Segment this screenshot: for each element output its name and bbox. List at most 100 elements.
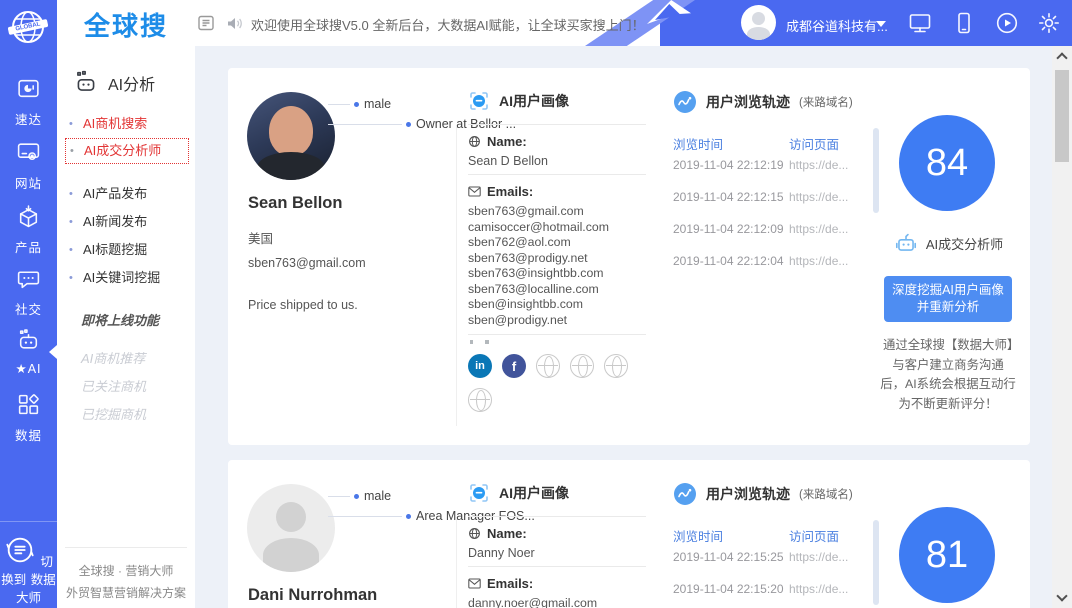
menu-item[interactable]: AI商机搜索 [67, 112, 189, 136]
company-dropdown[interactable]: 成都谷道科技有... [786, 16, 888, 35]
sidebar-item-suda[interactable]: 速达 [0, 76, 57, 128]
email-list: danny.noer@gmail.com [468, 596, 597, 608]
score-tip: 通过全球搜【数据大师】与客户建立商务沟通后，AI系统会根据互动行为不断更新评分！ [880, 336, 1016, 414]
social-icon[interactable] [604, 354, 628, 378]
social-icon[interactable] [570, 354, 594, 378]
globe-icon [468, 135, 481, 148]
lead-name: Sean Bellon [248, 194, 342, 213]
social-icon[interactable] [536, 354, 560, 378]
analyst-robot-icon [893, 230, 919, 256]
ai-score-badge: 84 [899, 115, 995, 211]
switch-icon [4, 534, 36, 566]
track-column-headers: 浏览时间 访问页面 [673, 526, 873, 545]
col-time: 浏览时间 [673, 138, 723, 152]
profile-photo-placeholder [247, 484, 335, 572]
social-icon[interactable] [468, 354, 492, 378]
email-item: danny.noer@gmail.com [468, 596, 597, 608]
app-title: 全球搜 [57, 6, 195, 43]
divider [468, 124, 646, 125]
chevron-down-icon [876, 21, 886, 27]
top-header: 欢迎使用全球搜V5.0 全新后台，大数据AI赋能，让全球买家搜上门！ 成都谷道科… [195, 0, 1072, 46]
email-item: sben763@gmail.com [468, 204, 609, 220]
track-row: 2019-11-04 22:15:25 https://de... [673, 550, 883, 582]
switch-to-data-master[interactable]: 切换到 数据大师 [0, 521, 57, 607]
main-content: male Owner at Bellor ... Sean Bellon 美国 … [195, 46, 1052, 608]
email-item: sben763@insightbb.com [468, 266, 609, 282]
lead-email: sben763@gmail.com [248, 256, 366, 270]
visit-time: 2019-11-04 22:15:25 [673, 550, 784, 564]
footer-brand: 全球搜 · 营销大师 [65, 560, 187, 582]
upcoming-item: 已关注商机 [81, 373, 191, 401]
visit-time: 2019-11-04 22:15:20 [673, 582, 784, 596]
divider [468, 174, 646, 175]
visit-page-link[interactable]: https://de... [789, 158, 848, 172]
speaker-icon [226, 15, 243, 37]
envelope-icon [468, 185, 481, 198]
route-icon [673, 482, 697, 506]
visit-page-link[interactable]: https://de... [789, 254, 848, 268]
track-row: 2019-11-04 22:12:04 https://de... [673, 254, 883, 286]
email-item: sben763@prodigy.net [468, 251, 609, 267]
face-scan-icon [468, 90, 490, 112]
upcoming-title: 即将上线功能 [81, 310, 191, 329]
global-logo[interactable]: GLOBAL [8, 7, 48, 47]
user-avatar[interactable] [741, 5, 776, 40]
track-row: 2019-11-04 22:12:09 https://de... [673, 222, 883, 254]
scroll-up-arrow[interactable] [1056, 52, 1067, 63]
menu-item[interactable]: AI产品发布 [67, 182, 189, 206]
ai-section-header: AI分析 [73, 70, 155, 96]
upcoming-item: 已挖掘商机 [81, 401, 191, 429]
sidebar-item-chanpin[interactable]: 产品 [0, 204, 57, 256]
sidebar-item-wangzhan[interactable]: 网站 [0, 140, 57, 192]
sidebar-item-shuju[interactable]: 数据 [0, 392, 57, 444]
portrait-header: AI用户画像 [468, 482, 569, 504]
divider [468, 566, 646, 567]
visit-page-link[interactable]: https://de... [789, 582, 848, 596]
envelope-icon [468, 577, 481, 590]
emails-label: Emails: [468, 576, 533, 591]
play-icon[interactable] [995, 11, 1019, 40]
col-page: 访问页面 [789, 134, 839, 153]
visit-time: 2019-11-04 22:12:04 [673, 254, 784, 268]
menu-item[interactable]: AI标题挖掘 [67, 238, 189, 262]
primary-sidebar: GLOBAL 速达 网站 产品 社交 ★AI 数据 切换到 [0, 0, 57, 608]
secondary-sidebar: 全球搜 AI分析 AI商机搜索 AI成交分析师 AI产品发布 AI新闻发布 AI… [57, 0, 195, 608]
scrollbar-thumb[interactable] [1055, 70, 1069, 162]
collapse-menu-icon[interactable] [198, 15, 214, 36]
portrait-name: Sean D Bellon [468, 154, 548, 168]
column-divider [456, 518, 457, 608]
email-item: camisoccer@hotmail.com [468, 220, 609, 236]
social-icon[interactable] [502, 354, 526, 378]
divider [468, 516, 646, 517]
emails-label: Emails: [468, 184, 533, 199]
track-header: 用户浏览轨迹 (来路域名) [673, 90, 853, 114]
phone-icon[interactable] [952, 11, 976, 40]
menu-item[interactable]: AI关键词挖掘 [67, 266, 189, 290]
dashboard-icon [16, 76, 41, 101]
gender-tag: male [328, 97, 391, 111]
sidebar-item-shejiao[interactable]: 社交 [0, 266, 57, 318]
scroll-down-arrow[interactable] [1056, 590, 1067, 601]
menu-item[interactable]: AI新闻发布 [67, 210, 189, 234]
visit-page-link[interactable]: https://de... [789, 222, 848, 236]
social-icon[interactable] [468, 388, 492, 412]
deep-mine-button[interactable]: 深度挖掘AI用户画像 并重新分析 [884, 276, 1012, 322]
gear-icon[interactable] [1037, 11, 1061, 40]
email-item: sben763@localline.com [468, 282, 609, 298]
menu-item[interactable]: AI成交分析师 [65, 138, 189, 164]
col-time: 浏览时间 [673, 530, 723, 544]
visit-time: 2019-11-04 22:12:19 [673, 158, 784, 172]
visit-page-link[interactable]: https://de... [789, 550, 848, 564]
email-item: sben762@aol.com [468, 235, 609, 251]
visit-page-link[interactable]: https://de... [789, 190, 848, 204]
portrait-name: Danny Noer [468, 546, 535, 560]
profile-photo [247, 92, 335, 180]
gender-tag: male [328, 489, 391, 503]
page-scrollbar[interactable] [1052, 46, 1072, 608]
upcoming-section: 即将上线功能 AI商机推荐已关注商机已挖掘商机 [81, 310, 191, 429]
submenu-footer: 全球搜 · 营销大师 外贸智慧营销解决方案 [65, 547, 187, 604]
product-icon [16, 204, 41, 229]
monitor-icon[interactable] [908, 11, 932, 40]
ai-menu: AI商机搜索 AI成交分析师 AI产品发布 AI新闻发布 AI标题挖掘 AI关键… [67, 112, 189, 294]
welcome-message: 欢迎使用全球搜V5.0 全新后台，大数据AI赋能，让全球买家搜上门！ [251, 15, 645, 34]
